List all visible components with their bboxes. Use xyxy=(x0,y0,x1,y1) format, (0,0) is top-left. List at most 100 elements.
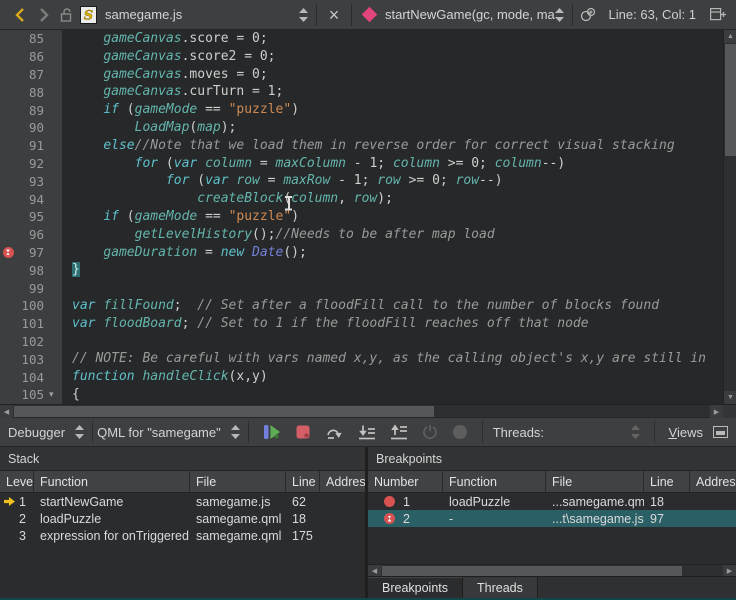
step-out-button[interactable] xyxy=(390,424,408,440)
line-number[interactable]: 98 xyxy=(16,263,49,278)
code-area[interactable]: gameCanvas.score = 0; gameCanvas.score2 … xyxy=(62,30,723,404)
scroll-down-arrow[interactable]: ▼ xyxy=(724,391,736,404)
line-number[interactable]: 87 xyxy=(16,67,49,82)
code-line[interactable]: gameDuration = new Date(); xyxy=(72,244,723,262)
symbol-selector[interactable]: startNewGame(gc, mode, map) xyxy=(356,7,568,22)
code-line[interactable]: var floodBoard; // Set to 1 if the flood… xyxy=(72,315,723,333)
column-header[interactable]: Level xyxy=(0,471,34,492)
breakpoint-margin[interactable] xyxy=(0,247,16,258)
column-header[interactable]: File xyxy=(190,471,286,492)
horizontal-scroll-thumb[interactable] xyxy=(14,406,434,417)
line-number[interactable]: 90 xyxy=(16,120,49,135)
line-number[interactable]: 100 xyxy=(16,298,49,313)
line-number[interactable]: 97 xyxy=(16,245,49,260)
scroll-left-arrow[interactable]: ◀ xyxy=(0,405,13,418)
breakpoints-horizontal-scrollbar[interactable]: ◀ ▶ xyxy=(368,564,736,576)
views-menu-button[interactable]: Views xyxy=(669,425,728,440)
code-line[interactable]: } xyxy=(72,261,723,279)
line-number[interactable]: 101 xyxy=(16,316,49,331)
close-document-button[interactable]: × xyxy=(321,3,347,27)
forward-button[interactable] xyxy=(32,3,56,27)
line-number[interactable]: 95 xyxy=(16,209,49,224)
column-header[interactable]: Line xyxy=(286,471,320,492)
column-header[interactable]: Function xyxy=(34,471,190,492)
line-number[interactable]: 91 xyxy=(16,138,49,153)
code-line[interactable]: if (gameMode == "puzzle") xyxy=(72,101,723,119)
line-number[interactable]: 92 xyxy=(16,156,49,171)
code-line[interactable]: gameCanvas.curTurn = 1; xyxy=(72,83,723,101)
scroll-right-arrow[interactable]: ▶ xyxy=(710,405,723,418)
line-number[interactable]: 86 xyxy=(16,49,49,64)
debugger-engine-selector[interactable]: Debugger xyxy=(8,425,88,440)
line-number[interactable]: 96 xyxy=(16,227,49,242)
stack-row[interactable]: 1startNewGamesamegame.js62 xyxy=(0,493,365,510)
code-line[interactable]: getLevelHistory();//Needs to be after ma… xyxy=(72,226,723,244)
code-line[interactable]: else//Note that we load them in reverse … xyxy=(72,137,723,155)
line-number[interactable]: 105 xyxy=(16,387,49,402)
symbol-dropdown-arrows[interactable] xyxy=(555,8,564,22)
stack-row[interactable]: 2loadPuzzlesamegame.qml18 xyxy=(0,510,365,527)
code-line[interactable]: var fillFound; // Set after a floodFill … xyxy=(72,297,723,315)
document-dropdown-arrows[interactable] xyxy=(299,8,308,22)
code-line[interactable]: gameCanvas.score2 = 0; xyxy=(72,48,723,66)
vertical-scroll-thumb[interactable] xyxy=(725,44,736,156)
scroll-up-arrow[interactable]: ▲ xyxy=(724,30,736,43)
code-line[interactable]: createBlock(column, row); xyxy=(72,190,723,208)
toolbar-separator xyxy=(572,4,573,26)
perspective-selector[interactable]: QML for "samegame" xyxy=(97,425,244,440)
code-line[interactable]: gameCanvas.moves = 0; xyxy=(72,66,723,84)
line-number[interactable]: 93 xyxy=(16,174,49,189)
line-number[interactable]: 99 xyxy=(16,281,49,296)
breakpoint-marker-icon[interactable] xyxy=(3,247,14,258)
column-header[interactable]: Function xyxy=(443,471,546,492)
code-segment xyxy=(244,245,252,260)
gutter-row: 96 xyxy=(0,226,62,244)
interrupt-button-disabled[interactable] xyxy=(422,424,438,440)
stop-debugger-button[interactable] xyxy=(295,424,311,440)
code-line[interactable]: LoadMap(map); xyxy=(72,119,723,137)
line-number[interactable]: 94 xyxy=(16,192,49,207)
column-header[interactable]: Number xyxy=(368,471,443,492)
record-button-disabled[interactable] xyxy=(452,424,468,440)
step-over-button[interactable] xyxy=(325,425,344,440)
line-number[interactable]: 88 xyxy=(16,85,49,100)
step-into-button[interactable] xyxy=(358,424,376,440)
code-line[interactable]: if (gameMode == "puzzle") xyxy=(72,208,723,226)
column-header[interactable]: Address xyxy=(320,471,365,492)
tab-breakpoints[interactable]: Breakpoints xyxy=(368,577,463,598)
line-number[interactable]: 85 xyxy=(16,31,49,46)
line-number[interactable]: 103 xyxy=(16,352,49,367)
code-line[interactable]: gameCanvas.score = 0; xyxy=(72,30,723,48)
stack-row[interactable]: 3expression for onTriggeredsamegame.qml1… xyxy=(0,527,365,544)
column-header[interactable]: Address xyxy=(690,471,736,492)
file-lock-button[interactable] xyxy=(56,8,76,22)
breakpoint-row[interactable]: 1loadPuzzle...samegame.qml18 xyxy=(368,493,736,510)
horizontal-scroll-thumb[interactable] xyxy=(382,566,682,576)
threads-selector[interactable]: Threads: xyxy=(493,425,650,440)
collapse-panel-icon[interactable] xyxy=(713,426,728,438)
open-document-selector[interactable]: S samegame.js xyxy=(80,6,312,24)
line-number[interactable]: 102 xyxy=(16,334,49,349)
code-line[interactable]: // NOTE: Be careful with vars named x,y,… xyxy=(72,350,723,368)
split-editor-button[interactable] xyxy=(706,3,730,27)
code-line[interactable] xyxy=(72,279,723,297)
toolbar-separator xyxy=(654,421,655,443)
line-number[interactable]: 89 xyxy=(16,103,49,118)
column-header[interactable]: File xyxy=(546,471,644,492)
horizontal-scroll-track[interactable] xyxy=(13,405,710,417)
code-line[interactable]: function handleClick(x,y) xyxy=(72,368,723,386)
back-button[interactable] xyxy=(8,3,32,27)
symbol-overview-button[interactable] xyxy=(577,3,601,27)
code-line[interactable] xyxy=(72,333,723,351)
breakpoint-row[interactable]: 2-...t\samegame.js97 xyxy=(368,510,736,527)
code-line[interactable]: for (var row = maxRow - 1; row >= 0; row… xyxy=(72,172,723,190)
code-line[interactable]: for (var column = maxColumn - 1; column … xyxy=(72,155,723,173)
editor-vertical-scrollbar[interactable]: ▲ ▼ xyxy=(723,30,736,404)
editor-horizontal-scrollbar[interactable]: ◀ ▶ xyxy=(0,404,736,417)
line-number[interactable]: 104 xyxy=(16,370,49,385)
fold-marker[interactable]: ▾ xyxy=(49,390,62,399)
continue-button[interactable] xyxy=(263,424,281,440)
column-header[interactable]: Line xyxy=(644,471,690,492)
code-line[interactable]: { xyxy=(72,386,723,404)
tab-threads[interactable]: Threads xyxy=(463,577,538,598)
